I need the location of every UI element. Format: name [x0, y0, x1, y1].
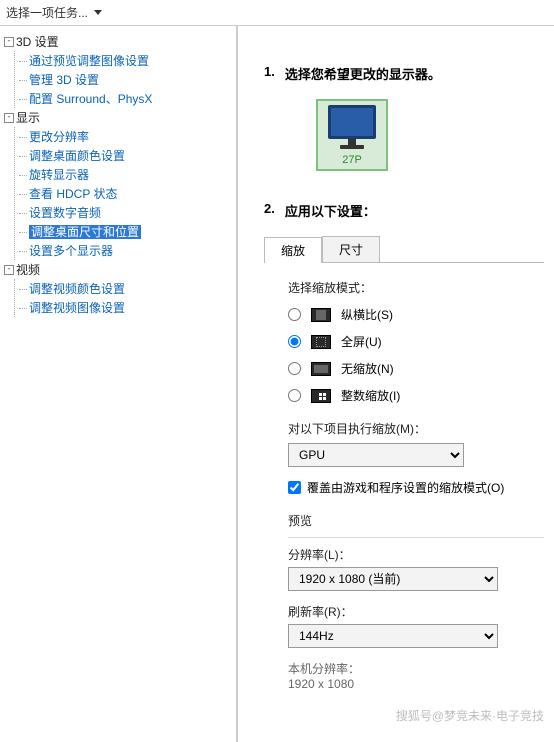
tree-item-surround-physx[interactable]: 配置 Surround、PhysX [19, 89, 232, 108]
task-selector-label: 选择一项任务... [6, 4, 88, 21]
radio-label-aspect: 纵横比(S) [341, 306, 393, 323]
scaling-mode-label: 选择缩放模式： [288, 279, 544, 296]
tree-item-desktop-size-position[interactable]: 调整桌面尺寸和位置 [19, 222, 232, 241]
radio-label-full: 全屏(U) [341, 333, 382, 350]
scaling-target-select[interactable]: GPU [288, 443, 464, 467]
chevron-down-icon [94, 10, 102, 15]
main-layout: - 3D 设置 通过预览调整图像设置 管理 3D 设置 配置 Surround、… [0, 26, 554, 742]
monitor-name: 27P [342, 154, 362, 166]
preview-heading: 预览 [288, 512, 544, 529]
tree-item-multi-display[interactable]: 设置多个显示器 [19, 241, 232, 260]
fullscreen-icon [311, 335, 331, 349]
collapse-icon: - [4, 265, 14, 275]
no-scale-icon [311, 362, 331, 376]
tab-size[interactable]: 尺寸 [322, 236, 380, 262]
tree-item-image-preview[interactable]: 通过预览调整图像设置 [19, 51, 232, 70]
nav-tree: - 3D 设置 通过预览调整图像设置 管理 3D 设置 配置 Surround、… [0, 26, 238, 742]
native-resolution-label: 本机分辨率： [288, 660, 544, 677]
settings-panel: 1. 选择您希望更改的显示器。 27P 2. 应用以下设置： 缩放 尺寸 选择缩… [238, 26, 554, 742]
override-scaling-checkbox-row[interactable]: 覆盖由游戏和程序设置的缩放模式(O) [288, 479, 544, 496]
tab-scale[interactable]: 缩放 [264, 237, 322, 263]
scaling-target-label: 对以下项目执行缩放(M)： [288, 420, 544, 437]
divider [288, 537, 544, 538]
refresh-rate-label: 刷新率(R)： [288, 603, 544, 620]
collapse-icon: - [4, 37, 14, 47]
tree-item-manage-3d[interactable]: 管理 3D 设置 [19, 70, 232, 89]
tree-item-desktop-color[interactable]: 调整桌面颜色设置 [19, 146, 232, 165]
settings-tabs: 缩放 尺寸 [264, 236, 544, 263]
radio-aspect-ratio[interactable]: 纵横比(S) [288, 306, 544, 323]
resolution-select[interactable]: 1920 x 1080 (当前) [288, 567, 498, 591]
override-scaling-label: 覆盖由游戏和程序设置的缩放模式(O) [307, 479, 504, 496]
tab-scale-body: 选择缩放模式： 纵横比(S) 全屏(U) 无缩放(N) 整数缩放(I) [264, 263, 544, 691]
tree-item-digital-audio[interactable]: 设置数字音频 [19, 203, 232, 222]
tree-group-3d: - 3D 设置 通过预览调整图像设置 管理 3D 设置 配置 Surround、… [4, 32, 232, 108]
task-selector-bar[interactable]: 选择一项任务... [0, 0, 554, 26]
tree-item-hdcp-status[interactable]: 查看 HDCP 状态 [19, 184, 232, 203]
tree-group-3d-header[interactable]: - 3D 设置 [4, 32, 232, 51]
aspect-icon [311, 308, 331, 322]
tree-item-video-color[interactable]: 调整视频颜色设置 [19, 279, 232, 298]
refresh-rate-select[interactable]: 144Hz [288, 624, 498, 648]
section-1-title: 1. 选择您希望更改的显示器。 [264, 64, 544, 83]
radio-integer-scaling[interactable]: 整数缩放(I) [288, 387, 544, 404]
monitor-thumbnail[interactable]: 27P [316, 99, 388, 171]
monitor-icon [324, 103, 380, 153]
radio-fullscreen[interactable]: 全屏(U) [288, 333, 544, 350]
radio-label-none: 无缩放(N) [341, 360, 394, 377]
collapse-icon: - [4, 113, 14, 123]
tree-group-display-header[interactable]: - 显示 [4, 108, 232, 127]
radio-input-integer[interactable] [288, 389, 301, 402]
section-2-title: 2. 应用以下设置： [264, 201, 544, 220]
tree-item-change-resolution[interactable]: 更改分辨率 [19, 127, 232, 146]
tree-group-display: - 显示 更改分辨率 调整桌面颜色设置 旋转显示器 查看 HDCP 状态 设置数… [4, 108, 232, 260]
tree-group-video-header[interactable]: - 视频 [4, 260, 232, 279]
tree-item-video-image[interactable]: 调整视频图像设置 [19, 298, 232, 317]
tree-item-rotate-display[interactable]: 旋转显示器 [19, 165, 232, 184]
radio-label-integer: 整数缩放(I) [341, 387, 400, 404]
tree-group-video: - 视频 调整视频颜色设置 调整视频图像设置 [4, 260, 232, 317]
integer-scale-icon [311, 389, 331, 403]
resolution-label: 分辨率(L)： [288, 546, 544, 563]
native-resolution-value: 1920 x 1080 [288, 677, 544, 691]
radio-input-full[interactable] [288, 335, 301, 348]
radio-input-aspect[interactable] [288, 308, 301, 321]
radio-no-scaling[interactable]: 无缩放(N) [288, 360, 544, 377]
radio-input-none[interactable] [288, 362, 301, 375]
override-scaling-checkbox[interactable] [288, 481, 301, 494]
